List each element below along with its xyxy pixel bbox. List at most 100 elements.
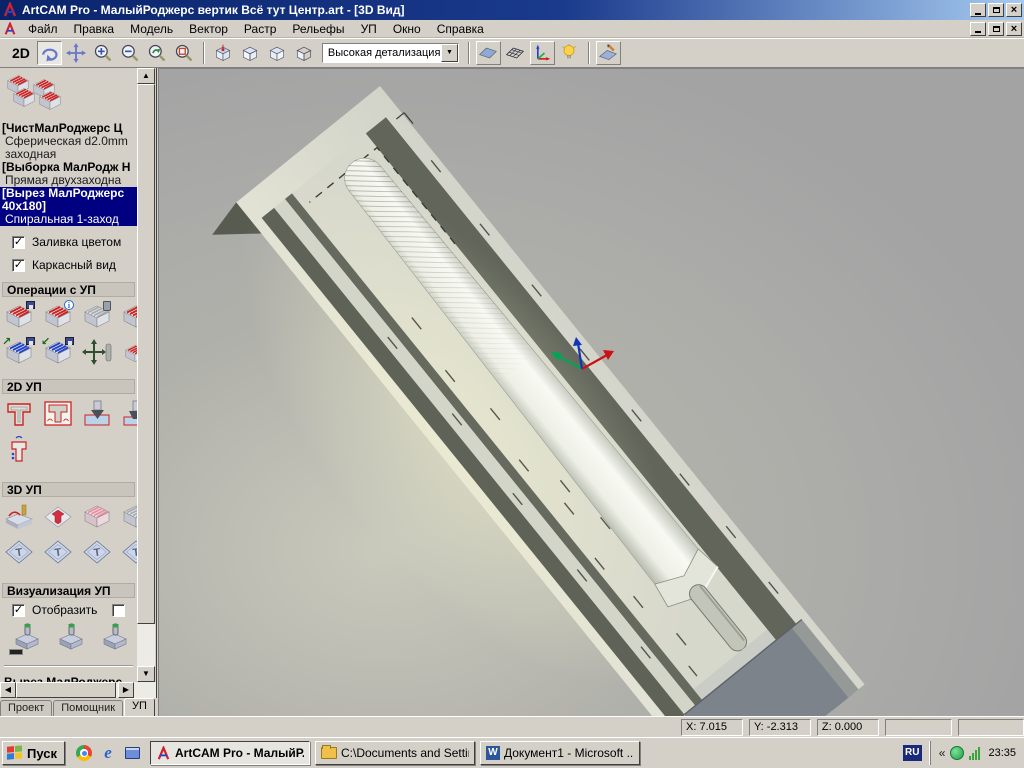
vbit-carving-icon[interactable] — [82, 400, 112, 430]
scroll-right-icon[interactable]: ▶ — [118, 682, 134, 698]
color-fill-checkbox[interactable]: ✓ — [12, 236, 25, 249]
zoom-out-icon — [120, 43, 140, 63]
scroll-down-icon[interactable]: ▼ — [137, 666, 155, 682]
zoom-out-button[interactable] — [118, 41, 143, 65]
pan-view-button[interactable] — [64, 41, 89, 65]
toolpath-list-item-selected[interactable]: Спиральная 1-заход — [0, 213, 137, 226]
pan-view-icon — [66, 43, 86, 63]
zlevel-roughing-icon[interactable] — [82, 503, 112, 533]
export-toolpath-icon[interactable]: ↗ — [4, 339, 34, 369]
menu-toolpaths[interactable]: УП — [353, 21, 385, 37]
t-plate-3-icon[interactable] — [82, 539, 112, 569]
t-plate-4-icon[interactable] — [121, 539, 137, 569]
area-clearance-icon[interactable] — [43, 400, 73, 430]
menu-reliefs[interactable]: Рельефы — [284, 21, 352, 37]
messenger-icon[interactable] — [950, 746, 964, 760]
tab-assistant[interactable]: Помощник — [53, 700, 123, 716]
child-restore-button[interactable] — [988, 22, 1004, 36]
toolpath-list-item[interactable]: Сферическая d2.0mm заходная — [0, 135, 137, 161]
show-desktop-icon[interactable] — [121, 742, 143, 764]
wireframe-button[interactable] — [503, 41, 528, 65]
zoom-previous-button[interactable] — [145, 41, 170, 65]
toolpath-list-item-selected[interactable]: [Вырез МалРоджерс 40х180] — [0, 187, 137, 213]
scroll-up-icon[interactable]: ▲ — [137, 68, 155, 84]
language-indicator[interactable]: RU — [903, 745, 922, 761]
signal-icon[interactable] — [969, 747, 980, 760]
delete-toolpath-icon[interactable] — [82, 303, 112, 333]
iso-view-3-button[interactable] — [265, 41, 290, 65]
toolpaths-stack-icon[interactable] — [5, 73, 137, 116]
chrome-icon[interactable] — [73, 742, 95, 764]
close-button[interactable]: × — [1006, 3, 1022, 17]
iso-view-1-button[interactable] — [211, 41, 236, 65]
edit-relief-button[interactable] — [596, 41, 621, 65]
import-toolpath-icon[interactable]: ↙ — [43, 339, 73, 369]
zoom-extents-button[interactable] — [172, 41, 197, 65]
task-artcam[interactable]: ArtCAM Pro - МалыйР... — [150, 741, 310, 765]
menu-file[interactable]: Файл — [20, 21, 66, 37]
menu-window[interactable]: Окно — [385, 21, 429, 37]
window-title: ArtCAM Pro - МалыйРоджерс вертик Всё тут… — [22, 3, 405, 17]
child-close-button[interactable]: × — [1006, 22, 1022, 36]
start-button[interactable]: Пуск — [2, 741, 65, 765]
iso-view-2-button[interactable] — [238, 41, 263, 65]
minimize-icon — [975, 31, 981, 33]
iso-view-4-button[interactable] — [292, 41, 317, 65]
rotate-view-button[interactable] — [37, 41, 62, 65]
toolpath-info-icon[interactable]: i — [43, 303, 73, 333]
copy-toolpath-icon[interactable] — [121, 339, 137, 369]
menu-help[interactable]: Справка — [429, 21, 492, 37]
minimize-button[interactable] — [970, 3, 986, 17]
zoom-in-button[interactable] — [91, 41, 116, 65]
panel-horizontal-scrollbar[interactable]: ◀ ▶ — [0, 682, 156, 698]
transform-toolpath-icon[interactable] — [82, 339, 112, 369]
tab-toolpaths[interactable]: УП — [124, 698, 155, 716]
shade-model-button[interactable] — [476, 41, 501, 65]
t-plate-1-icon[interactable] — [4, 539, 34, 569]
switch-2d-button[interactable]: 2D — [6, 43, 36, 63]
drilling-icon[interactable] — [4, 436, 34, 466]
wireframe-view-checkbox[interactable]: ✓ — [12, 259, 25, 272]
machine-relief-icon[interactable] — [4, 503, 34, 533]
menu-raster[interactable]: Растр — [236, 21, 284, 37]
display-simulation-checkbox[interactable]: ✓ — [12, 604, 25, 617]
origin-axes-button[interactable] — [530, 41, 555, 65]
secondary-checkbox[interactable] — [112, 604, 125, 617]
menu-model[interactable]: Модель — [122, 21, 181, 37]
t-plate-2-icon[interactable] — [43, 539, 73, 569]
restore-button[interactable] — [988, 3, 1004, 17]
3d-view[interactable] — [158, 68, 1024, 716]
engraving-icon[interactable] — [121, 400, 137, 430]
menu-vector[interactable]: Вектор — [181, 21, 236, 37]
restore-icon — [993, 7, 1000, 13]
scroll-left-icon[interactable]: ◀ — [0, 682, 16, 698]
scrollbar-thumb[interactable] — [137, 84, 155, 624]
simulate-toolpath-icon[interactable] — [12, 623, 42, 653]
chevron-down-icon[interactable]: ▼ — [441, 44, 458, 62]
task-explorer[interactable]: C:\Documents and Settin... — [315, 741, 475, 765]
cutout-icon[interactable] — [121, 503, 137, 533]
panel-vertical-scrollbar[interactable]: ▲ ▼ — [137, 68, 155, 682]
toolpath-extra-icon[interactable] — [121, 303, 137, 333]
feature-machining-icon[interactable] — [43, 503, 73, 533]
document-icon[interactable] — [3, 22, 17, 36]
simulation-extra-icon[interactable] — [100, 623, 130, 653]
iso-view-3-icon — [267, 43, 287, 63]
profile-toolpath-icon[interactable] — [4, 400, 34, 430]
internet-explorer-icon[interactable]: e — [97, 742, 119, 764]
task-word[interactable]: W Документ1 - Microsoft ... — [480, 741, 640, 765]
chevron-icon[interactable]: « — [939, 746, 946, 760]
close-icon: × — [1011, 5, 1017, 15]
simulate-control-icon[interactable] — [56, 623, 86, 653]
title-bar: ArtCAM Pro - МалыйРоджерс вертик Всё тут… — [0, 0, 1024, 20]
child-minimize-button[interactable] — [970, 22, 986, 36]
detail-level-dropdown[interactable]: Высокая детализация ▼ — [322, 43, 459, 63]
task-label: Документ1 - Microsoft ... — [504, 746, 634, 760]
menu-edit[interactable]: Правка — [66, 21, 123, 37]
save-toolpath-icon[interactable] — [4, 303, 34, 333]
tab-project[interactable]: Проект — [0, 700, 52, 716]
color-fill-checkbox-row: ✓ Заливка цветом — [12, 235, 137, 249]
light-button[interactable] — [557, 41, 582, 65]
scrollbar-thumb[interactable] — [16, 682, 116, 698]
task-label: C:\Documents and Settin... — [341, 746, 469, 760]
